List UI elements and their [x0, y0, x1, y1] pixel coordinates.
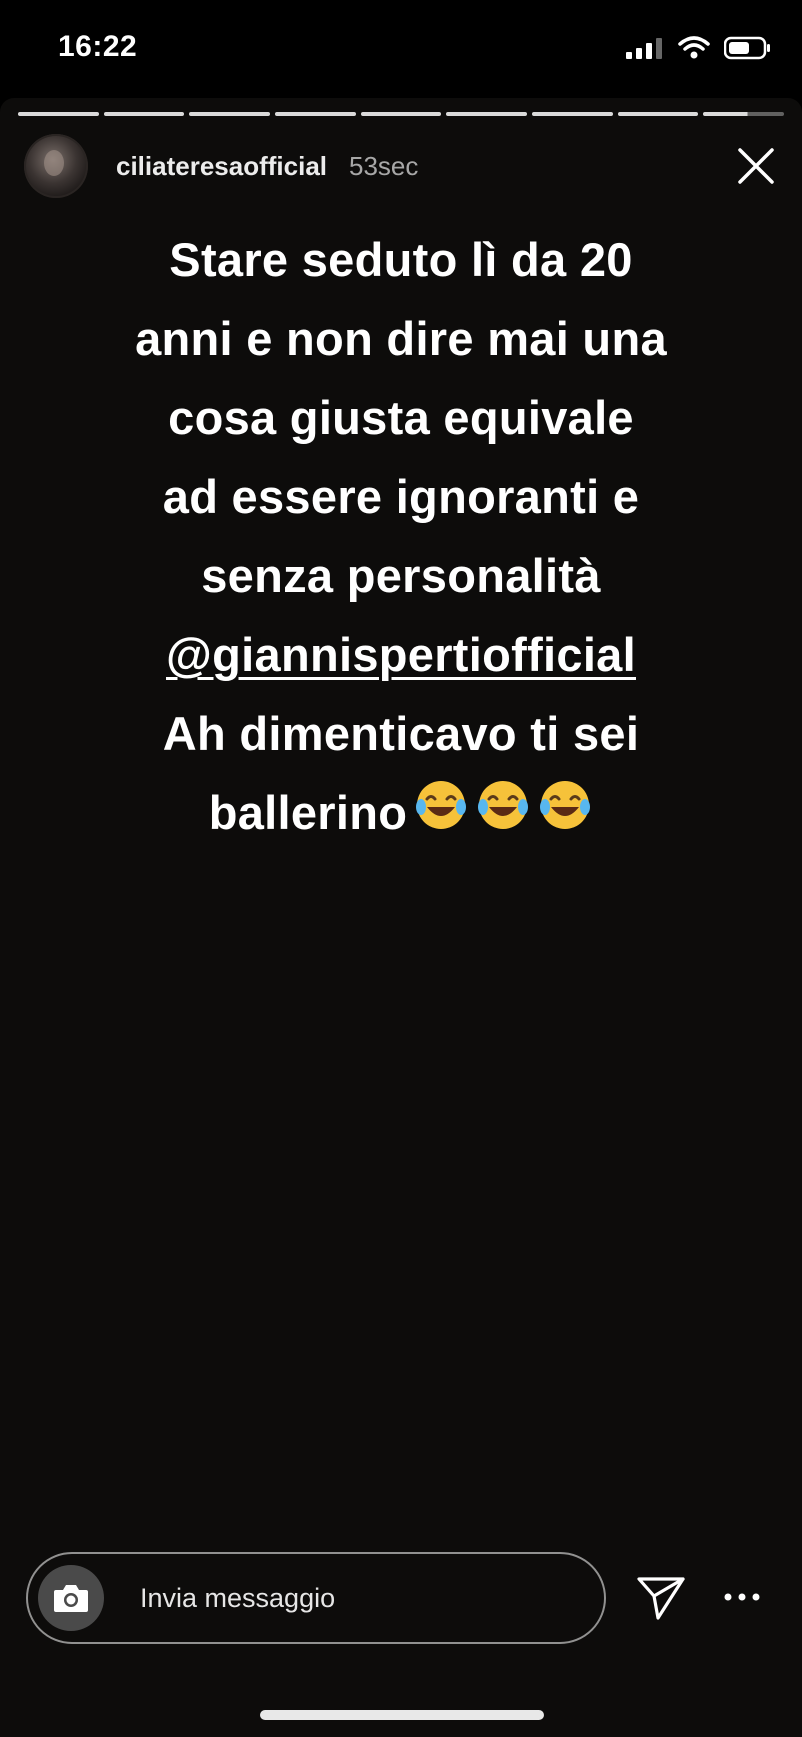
laughing-emoji [537, 777, 593, 856]
progress-segment [103, 112, 185, 116]
send-icon [637, 1577, 685, 1620]
wifi-icon [678, 36, 710, 65]
progress-segment [360, 112, 442, 116]
progress-segment [189, 112, 271, 116]
camera-button[interactable] [38, 1565, 104, 1631]
progress-segment [275, 112, 356, 116]
story-text-line: cosa giusta equivale [168, 391, 634, 444]
story-text-line: Stare seduto lì da 20 [169, 233, 633, 286]
story-text-line: senza personalità [201, 549, 601, 602]
story-text-line: ad essere ignoranti e [162, 470, 640, 523]
progress-segment [532, 112, 613, 116]
progress-segment-current [703, 112, 785, 116]
signal-icon [626, 37, 664, 64]
story-progress-bar [18, 112, 785, 116]
status-time: 16:22 [58, 30, 138, 63]
time-ago: 53sec [349, 150, 419, 181]
close-icon [738, 148, 774, 184]
username[interactable]: ciliateresaofficial [116, 151, 327, 182]
story-text-last-line: ballerino [40, 773, 762, 856]
mention-link[interactable]: @giannispertiofficial [40, 615, 762, 694]
more-icon [724, 1593, 760, 1601]
send-button[interactable] [636, 1574, 686, 1622]
progress-segment [446, 112, 528, 116]
story-header: ciliateresaofficial 53sec [24, 134, 784, 198]
more-options-button[interactable] [722, 1586, 762, 1608]
status-icons [626, 36, 772, 65]
close-button[interactable] [734, 144, 778, 188]
progress-segment [617, 112, 699, 116]
avatar[interactable] [24, 134, 88, 198]
status-bar: 16:22 [0, 0, 802, 100]
laughing-emoji [475, 777, 531, 856]
story-text-line: anni e non dire mai una [135, 312, 667, 365]
message-input[interactable]: Invia messaggio [140, 1583, 335, 1614]
story-text: Stare seduto lì da 20 anni e non dire ma… [40, 220, 762, 856]
reply-message-bar[interactable]: Invia messaggio [26, 1552, 606, 1644]
story-text-line: Ah dimenticavo ti sei [162, 707, 640, 760]
progress-segment [18, 112, 99, 116]
story-text-word: ballerino [208, 786, 408, 839]
camera-icon [54, 1585, 88, 1612]
battery-icon [723, 36, 772, 65]
home-indicator[interactable] [260, 1710, 544, 1720]
laughing-emoji [413, 777, 469, 856]
